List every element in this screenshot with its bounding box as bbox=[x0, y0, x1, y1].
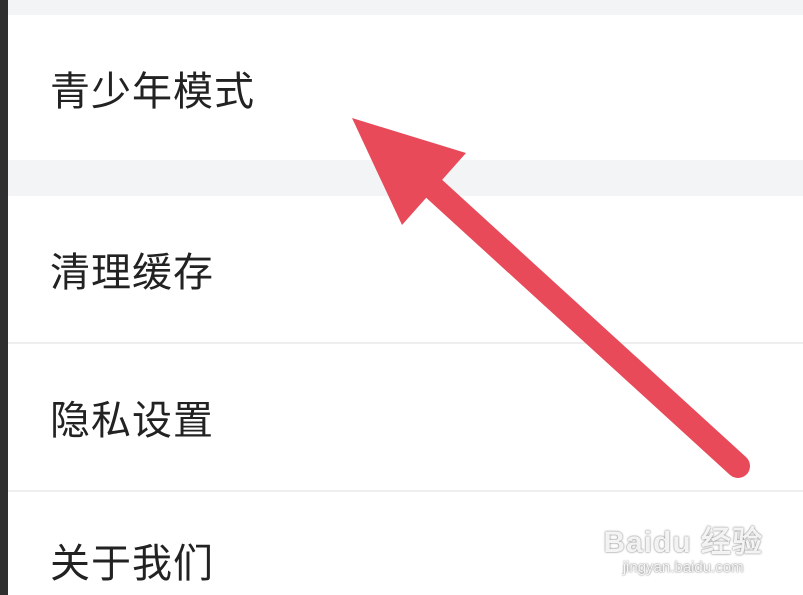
settings-item-label: 隐私设置 bbox=[50, 398, 214, 444]
settings-item-teen-mode[interactable]: 青少年模式 bbox=[8, 15, 803, 160]
watermark-url: jingyan.baidu.com bbox=[622, 559, 744, 576]
settings-item-clear-cache[interactable]: 清理缓存 bbox=[8, 196, 803, 342]
top-gap bbox=[8, 0, 803, 15]
settings-item-label: 关于我们 bbox=[50, 541, 214, 587]
section-gap bbox=[8, 160, 803, 196]
settings-item-label: 清理缓存 bbox=[50, 250, 214, 296]
watermark-brand: Baidu 经验 bbox=[603, 526, 763, 559]
left-edge bbox=[0, 0, 8, 595]
settings-item-label: 青少年模式 bbox=[50, 68, 255, 115]
baidu-jingyan-watermark: Baidu 经验 jingyan.baidu.com bbox=[603, 527, 763, 577]
settings-item-privacy[interactable]: 隐私设置 bbox=[8, 344, 803, 490]
